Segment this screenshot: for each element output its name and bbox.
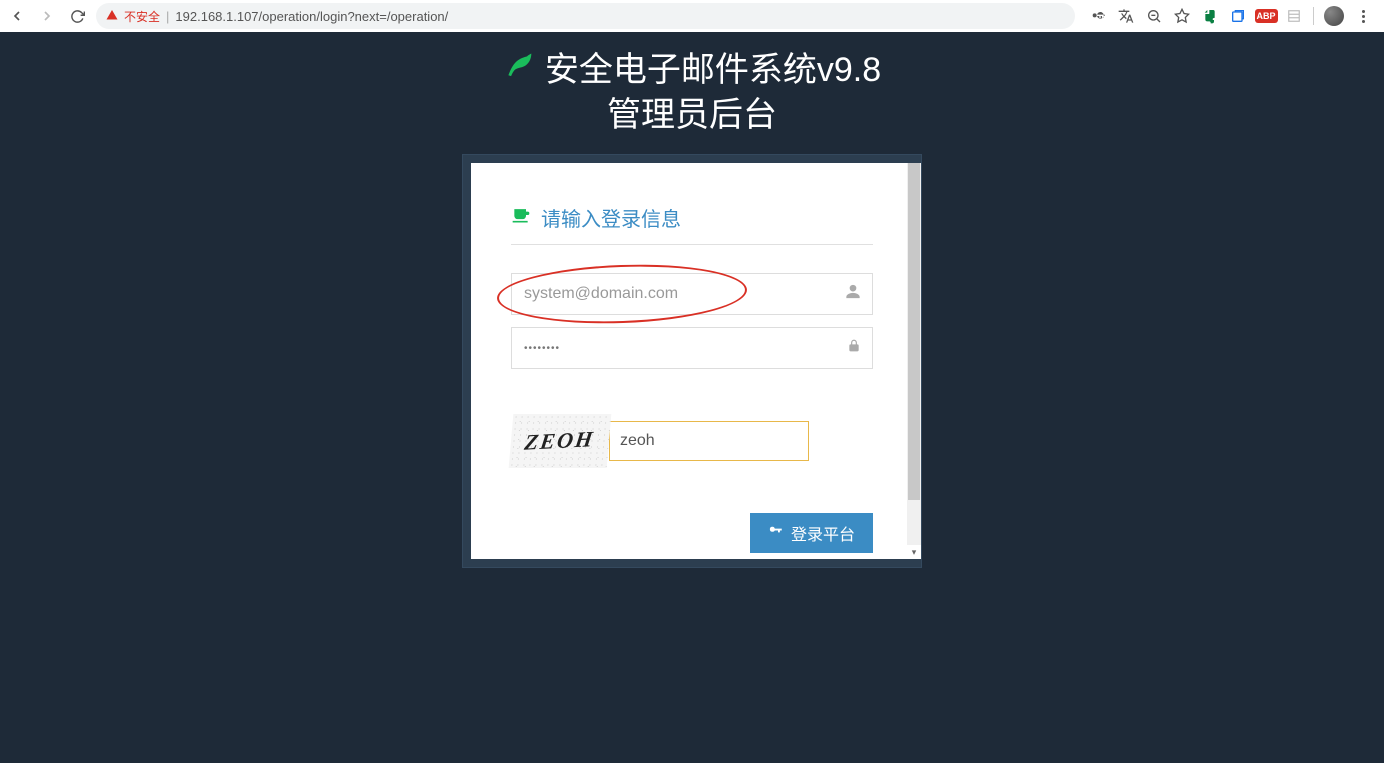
login-header-text: 请输入登录信息: [541, 203, 681, 232]
key-icon: [768, 523, 783, 543]
captcha-text: ZEOH: [523, 426, 596, 456]
back-button[interactable]: [6, 5, 28, 27]
toolbar-separator: [1313, 7, 1314, 25]
username-group: [511, 273, 873, 315]
login-header: 请输入登录信息: [511, 203, 873, 245]
captcha-input[interactable]: [609, 421, 809, 461]
login-form: 请输入登录信息 ZEOH: [471, 163, 913, 559]
evernote-icon[interactable]: [1201, 7, 1219, 25]
address-separator: |: [166, 9, 169, 24]
login-button[interactable]: 登录平台: [750, 513, 873, 553]
page-title-block: 安全电子邮件系统v9.8 管理员后台: [0, 42, 1384, 136]
user-icon: [845, 284, 861, 305]
username-input[interactable]: [511, 273, 873, 315]
coffee-icon: [511, 205, 531, 230]
password-input[interactable]: [511, 327, 873, 369]
scrollbar[interactable]: ▾: [907, 163, 921, 559]
address-bar[interactable]: 不安全 | 192.168.1.107/operation/login?next…: [96, 3, 1075, 29]
password-group: [511, 327, 873, 369]
grid-icon[interactable]: [1285, 7, 1303, 25]
translate-icon[interactable]: [1117, 7, 1135, 25]
lock-icon: [847, 339, 861, 358]
page-title-line2: 管理员后台: [0, 87, 1384, 136]
captcha-image[interactable]: ZEOH: [509, 414, 612, 468]
scrollbar-thumb[interactable]: [908, 163, 920, 500]
profile-avatar[interactable]: [1324, 6, 1344, 26]
star-icon[interactable]: [1173, 7, 1191, 25]
scroll-down-arrow[interactable]: ▾: [907, 545, 921, 559]
url-text: 192.168.1.107/operation/login?next=/oper…: [175, 9, 1065, 24]
login-panel: 请输入登录信息 ZEOH: [462, 154, 922, 568]
reload-button[interactable]: [66, 5, 88, 27]
insecure-label: 不安全: [124, 8, 160, 25]
insecure-warning-icon: [106, 9, 118, 24]
popup-icon[interactable]: [1229, 7, 1247, 25]
key-icon[interactable]: [1089, 7, 1107, 25]
leaf-icon: [503, 45, 537, 88]
captcha-row: ZEOH: [511, 414, 873, 468]
browser-toolbar: 不安全 | 192.168.1.107/operation/login?next…: [0, 0, 1384, 32]
abp-icon[interactable]: ABP: [1257, 7, 1275, 25]
page-body: 安全电子邮件系统v9.8 管理员后台 请输入登录信息: [0, 32, 1384, 763]
menu-button[interactable]: [1354, 7, 1372, 25]
zoom-icon[interactable]: [1145, 7, 1163, 25]
login-button-label: 登录平台: [791, 521, 855, 545]
forward-button[interactable]: [36, 5, 58, 27]
page-title-line1: 安全电子邮件系统v9.8: [545, 42, 881, 91]
toolbar-right: ABP: [1083, 6, 1378, 26]
